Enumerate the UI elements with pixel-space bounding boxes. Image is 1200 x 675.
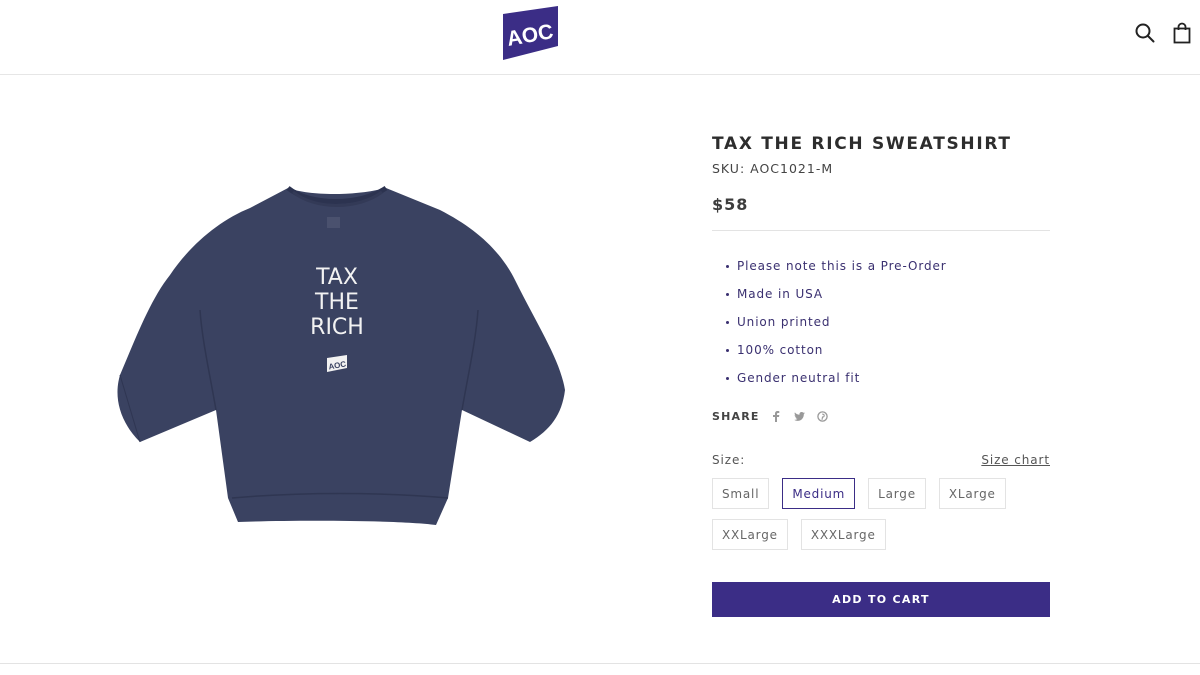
footer-divider [0,663,1200,664]
size-option-xxlarge[interactable]: XXLarge [712,519,788,550]
feature-item: 100% cotton [724,336,1050,364]
divider [712,230,1050,231]
size-options: Small Medium Large XLarge XXLarge XXXLar… [712,478,1052,560]
size-option-xlarge[interactable]: XLarge [938,478,1006,509]
shopping-bag-icon[interactable] [1171,22,1193,44]
feature-list: Please note this is a Pre-Order Made in … [712,252,1050,392]
size-option-medium[interactable]: Medium [782,478,856,509]
print-text: TAX THE RICH [310,265,364,340]
feature-item: Gender neutral fit [724,364,1050,392]
feature-item: Union printed [724,308,1050,336]
twitter-icon[interactable] [793,410,806,423]
product-info: TAX THE RICH SWEATSHIRT SKU: AOC1021-M $… [712,130,1050,560]
size-option-small[interactable]: Small [712,478,770,509]
size-option-xxxlarge[interactable]: XXXLarge [800,519,886,550]
size-header: Size: Size chart [712,452,1050,468]
share-label: SHARE [712,409,760,423]
product-image[interactable]: TAX THE RICH AOC [110,180,575,530]
add-to-cart-button[interactable]: ADD TO CART [712,582,1050,617]
size-option-large[interactable]: Large [868,478,926,509]
site-header: AOC [0,0,1200,75]
print-line-2: THE [314,290,359,315]
print-line-3: RICH [310,315,364,340]
product-price: $58 [712,195,749,214]
size-chart-link[interactable]: Size chart [981,452,1050,468]
pinterest-icon[interactable] [816,410,829,423]
size-label: Size: [712,453,746,467]
product-sku: SKU: AOC1021-M [712,161,834,176]
feature-item: Please note this is a Pre-Order [724,252,1050,280]
product-title: TAX THE RICH SWEATSHIRT [712,134,1012,154]
aoc-logo[interactable]: AOC [502,5,560,61]
feature-item: Made in USA [724,280,1050,308]
share-row: SHARE [712,406,1050,426]
facebook-icon[interactable] [770,410,783,423]
print-line-1: TAX [315,265,358,290]
search-icon[interactable] [1134,22,1156,44]
